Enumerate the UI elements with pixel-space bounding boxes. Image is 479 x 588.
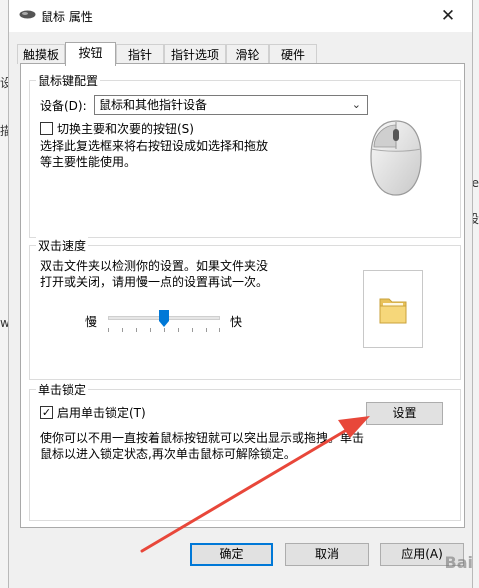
tab-buttons[interactable]: 按钮 [65, 42, 116, 66]
fast-label: 快 [230, 315, 243, 329]
slider-thumb[interactable] [159, 310, 169, 327]
checkmark-icon: ✓ [41, 406, 52, 419]
buttons-tab-panel: 鼠标键配置 设备(D): 鼠标和其他指针设备 ⌄ 切换主要和次要的按钮(S) 选… [20, 63, 465, 528]
tab-touchpad[interactable]: 触摸板 [17, 44, 65, 64]
cancel-button[interactable]: 取消 [285, 543, 369, 566]
double-click-description-line1: 双击文件夹以检测你的设置。如果文件夹没 [40, 259, 269, 273]
mouse-properties-dialog: 鼠标 属性 ✕ 触摸板 按钮 指针 指针选项 滑轮 硬件 鼠标键配置 设备(D)… [8, 0, 473, 588]
slider-tick [178, 328, 179, 332]
group-title: 单击锁定 [36, 381, 89, 398]
click-lock-description-line2: 鼠标以进入锁定状态,再次单击鼠标可解除锁定。 [40, 447, 296, 461]
slider-tick [192, 328, 193, 332]
slider-tick [122, 328, 123, 332]
device-select-value: 鼠标和其他指针设备 [99, 98, 208, 112]
click-lock-label[interactable]: 启用单击锁定(T) [57, 404, 146, 421]
group-title: 双击速度 [36, 237, 89, 254]
tab-pointer-options[interactable]: 指针选项 [164, 44, 226, 64]
watermark: Bai [444, 553, 473, 572]
swap-buttons-label[interactable]: 切换主要和次要的按钮(S) [57, 120, 194, 137]
double-click-speed-slider[interactable] [108, 310, 220, 336]
slider-tick [206, 328, 207, 332]
slider-tick [108, 328, 109, 332]
mouse-icon [19, 10, 36, 19]
click-lock-group: 单击锁定 ✓ 启用单击锁定(T) 设置 使你可以不用一直按着鼠标按钮就可以突出显… [29, 381, 461, 521]
slider-tick [136, 328, 137, 332]
close-icon: ✕ [440, 6, 456, 26]
tab-pointers[interactable]: 指针 [116, 44, 164, 64]
window-title: 鼠标 属性 [41, 10, 93, 24]
slow-label: 慢 [85, 315, 98, 329]
device-label: 设备(D): [40, 99, 87, 113]
click-lock-settings-button[interactable]: 设置 [366, 402, 443, 425]
click-lock-description-line1: 使你可以不用一直按着鼠标按钮就可以突出显示或拖拽。单击 [40, 431, 365, 445]
tab-hardware[interactable]: 硬件 [269, 44, 317, 64]
chevron-down-icon: ⌄ [351, 98, 361, 111]
button-config-group: 鼠标键配置 设备(D): 鼠标和其他指针设备 ⌄ 切换主要和次要的按钮(S) 选… [29, 72, 461, 238]
slider-tick [219, 328, 220, 332]
mouse-illustration-icon [370, 120, 422, 196]
double-click-speed-group: 双击速度 双击文件夹以检测你的设置。如果文件夹没 打开或关闭，请用慢一点的设置再… [29, 237, 461, 380]
swap-description-line2: 等主要性能使用。 [40, 155, 137, 169]
folder-icon [379, 298, 407, 324]
swap-description-line1: 选择此复选框来将右按钮设成如选择和拖放 [40, 139, 269, 153]
device-select[interactable]: 鼠标和其他指针设备 ⌄ [94, 95, 368, 115]
ok-button[interactable]: 确定 [190, 543, 273, 566]
group-title: 鼠标键配置 [36, 72, 101, 89]
slider-tick [164, 328, 165, 332]
slider-tick [150, 328, 151, 332]
tab-wheel[interactable]: 滑轮 [226, 44, 269, 64]
click-lock-checkbox[interactable]: ✓ [40, 406, 53, 419]
close-button[interactable]: ✕ [426, 0, 470, 32]
test-folder-area[interactable] [363, 270, 423, 348]
swap-buttons-checkbox[interactable] [40, 122, 53, 135]
title-bar[interactable]: 鼠标 属性 ✕ [9, 0, 472, 32]
double-click-description-line2: 打开或关闭，请用慢一点的设置再试一次。 [40, 275, 269, 289]
